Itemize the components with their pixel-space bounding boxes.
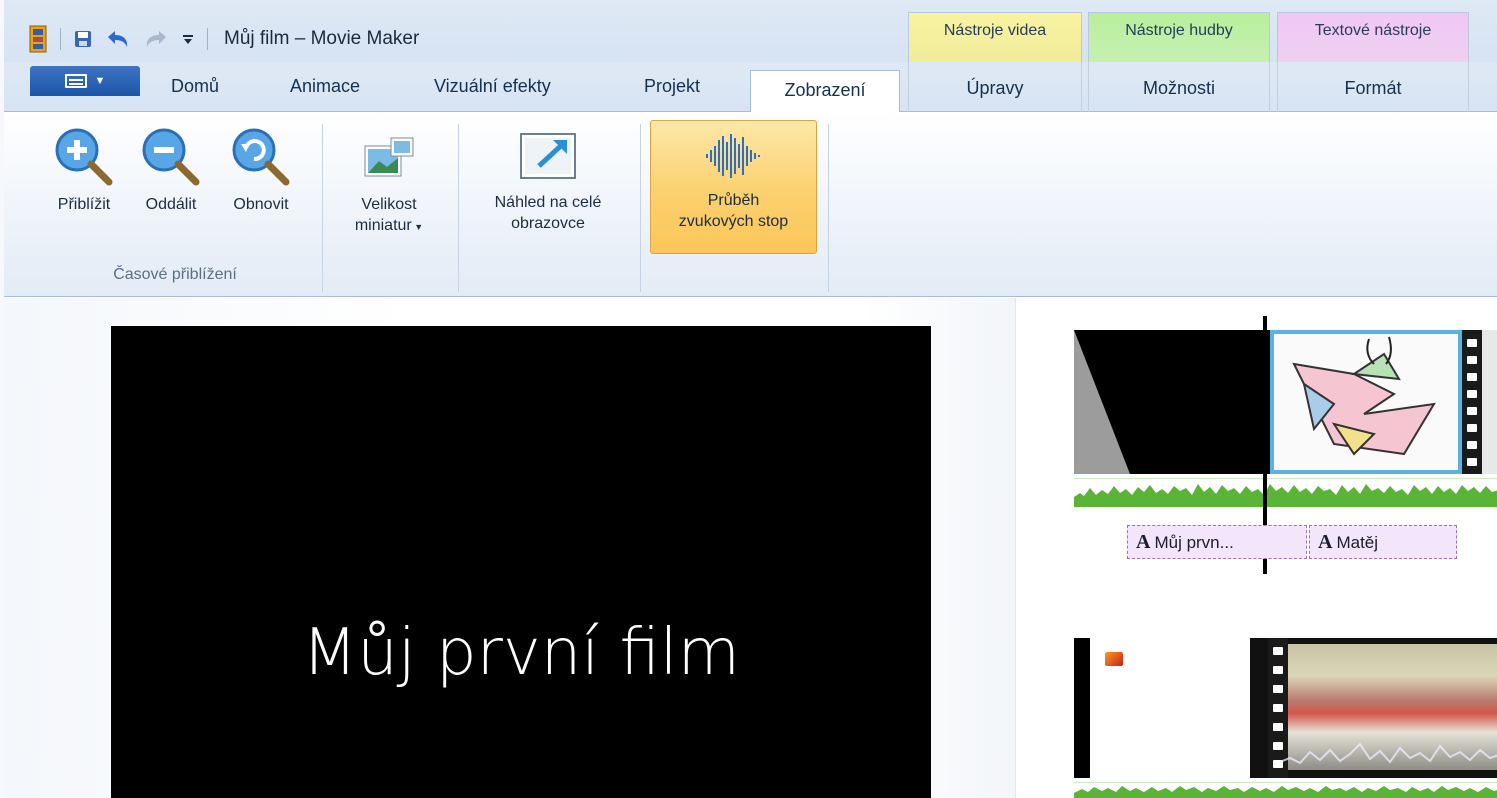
video-tools-label: Nástroje videa [943,22,1047,39]
waveform-icon [705,134,760,178]
contextual-group-text-tools: Textové nástroje [1277,12,1469,62]
workspace: Můj první film A Můj prvn... A Matěj [4,298,1497,798]
app-window: Můj film – Movie Maker Nástroje videa Ná… [0,0,1497,798]
chevron-down-icon: ▼ [411,222,424,232]
waveform-label-line1: Průběh [707,192,760,209]
zoom-out-label: Oddálit [145,196,197,213]
window-title: Můj film – Movie Maker [224,28,420,49]
caption-glyph-icon: A [1136,531,1151,553]
storyboard-pane[interactable]: A Můj prvn... A Matěj [1017,298,1497,798]
caption-clip[interactable]: A Matěj [1309,525,1457,559]
menu-lines-icon [64,74,87,88]
transition-wedge [1074,330,1130,474]
fullscreen-preview-button[interactable]: Náhled na celé obrazovce [466,128,630,234]
qat-separator [207,28,208,50]
ribbon-separator [640,124,641,292]
title-clip[interactable] [1074,330,1270,474]
audio-waveform-track[interactable] [1074,782,1497,798]
tab-format[interactable]: Formát [1277,62,1469,112]
preview-title-text: Můj první film [302,616,740,690]
qat-separator [60,28,61,50]
audio-waveform-button-content: Průběh zvukových stop [650,128,817,232]
tab-options[interactable]: Možnosti [1088,62,1270,112]
waveform-label-line2: zvukových stop [678,213,789,230]
zoom-out-button[interactable]: Oddálit [131,126,211,215]
caption-text: Matěj [1336,533,1379,552]
ribbon-separator [322,124,323,292]
text-tools-label: Textové nástroje [1314,22,1432,39]
clip-waveform-overlay [1280,742,1497,765]
chevron-down-icon: ▼ [94,75,106,87]
music-tools-label: Nástroje hudby [1125,22,1233,39]
drawing-image [1292,336,1436,456]
tab-edit[interactable]: Úpravy [908,62,1082,112]
video-preview[interactable]: Můj první film [111,326,931,798]
reset-zoom-button[interactable]: Obnovit [221,126,301,215]
drawing-clip[interactable] [1270,330,1497,474]
fullscreen-preview-icon [520,133,576,179]
ribbon-tab-row: ▼ Domů Animace Vizuální efekty Projekt Z… [4,62,1497,113]
ribbon-separator [828,124,829,292]
caption-clip[interactable]: A Můj prvn... [1127,525,1307,559]
caption-text: Můj prvn... [1154,533,1234,552]
preview-pane: Můj první film [4,298,1016,798]
thumbnail-size-button[interactable]: Velikost miniatur ▼ [334,134,444,238]
undo-icon[interactable] [105,28,131,50]
ribbon-panel: Přiblížit Oddálit Obnovit Časové přiblíž… [4,112,1497,297]
redo-icon[interactable] [143,28,169,50]
quick-access-toolbar: Můj film – Movie Maker [28,22,419,56]
zoom-in-icon [55,128,113,186]
fullscreen-preview-label-line1: Náhled na celé [494,194,602,211]
class-photo-clip[interactable] [1250,638,1497,778]
tab-visual-effects[interactable]: Vizuální efekty [434,76,551,97]
contextual-group-music-tools: Nástroje hudby [1088,12,1270,62]
title-bar: Můj film – Movie Maker Nástroje videa Ná… [4,0,1497,62]
audio-waveform-track[interactable] [1074,478,1497,516]
film-sprockets [1462,330,1482,474]
tab-animations[interactable]: Animace [290,76,360,97]
caption-glyph-icon: A [1318,531,1333,553]
audio-waveform-graphic [1074,786,1497,798]
thumbnail-size-label-line2: miniatur ▼ [355,215,423,238]
tab-home[interactable]: Domů [171,76,219,97]
thumbnail-size-label-text: miniatur [354,217,412,234]
save-icon[interactable] [73,29,93,49]
effect-icon [1105,652,1123,666]
ribbon-separator [458,124,459,292]
customize-dropdown-icon[interactable] [181,32,195,46]
zoom-out-icon [142,128,200,186]
zoom-in-button[interactable]: Přiblížit [44,126,124,215]
reset-zoom-icon [232,128,290,186]
tab-view[interactable]: Zobrazení [750,70,900,113]
time-zoom-group-label: Časové přiblížení [113,266,237,283]
thumbnail-size-label-line1: Velikost [361,196,417,213]
black-clip[interactable] [1074,638,1090,778]
tab-project[interactable]: Projekt [644,76,700,97]
contextual-group-video-tools: Nástroje videa [908,12,1082,62]
zoom-in-label: Přiblížit [57,196,111,213]
movie-app-icon[interactable] [28,25,48,53]
thumbnail-size-icon [364,137,414,177]
file-menu-button[interactable]: ▼ [30,66,140,96]
drawing-thumbnail [1270,330,1462,474]
reset-zoom-label: Obnovit [233,196,289,213]
fullscreen-preview-label-line2: obrazovce [511,215,585,232]
audio-waveform-graphic [1074,484,1497,507]
